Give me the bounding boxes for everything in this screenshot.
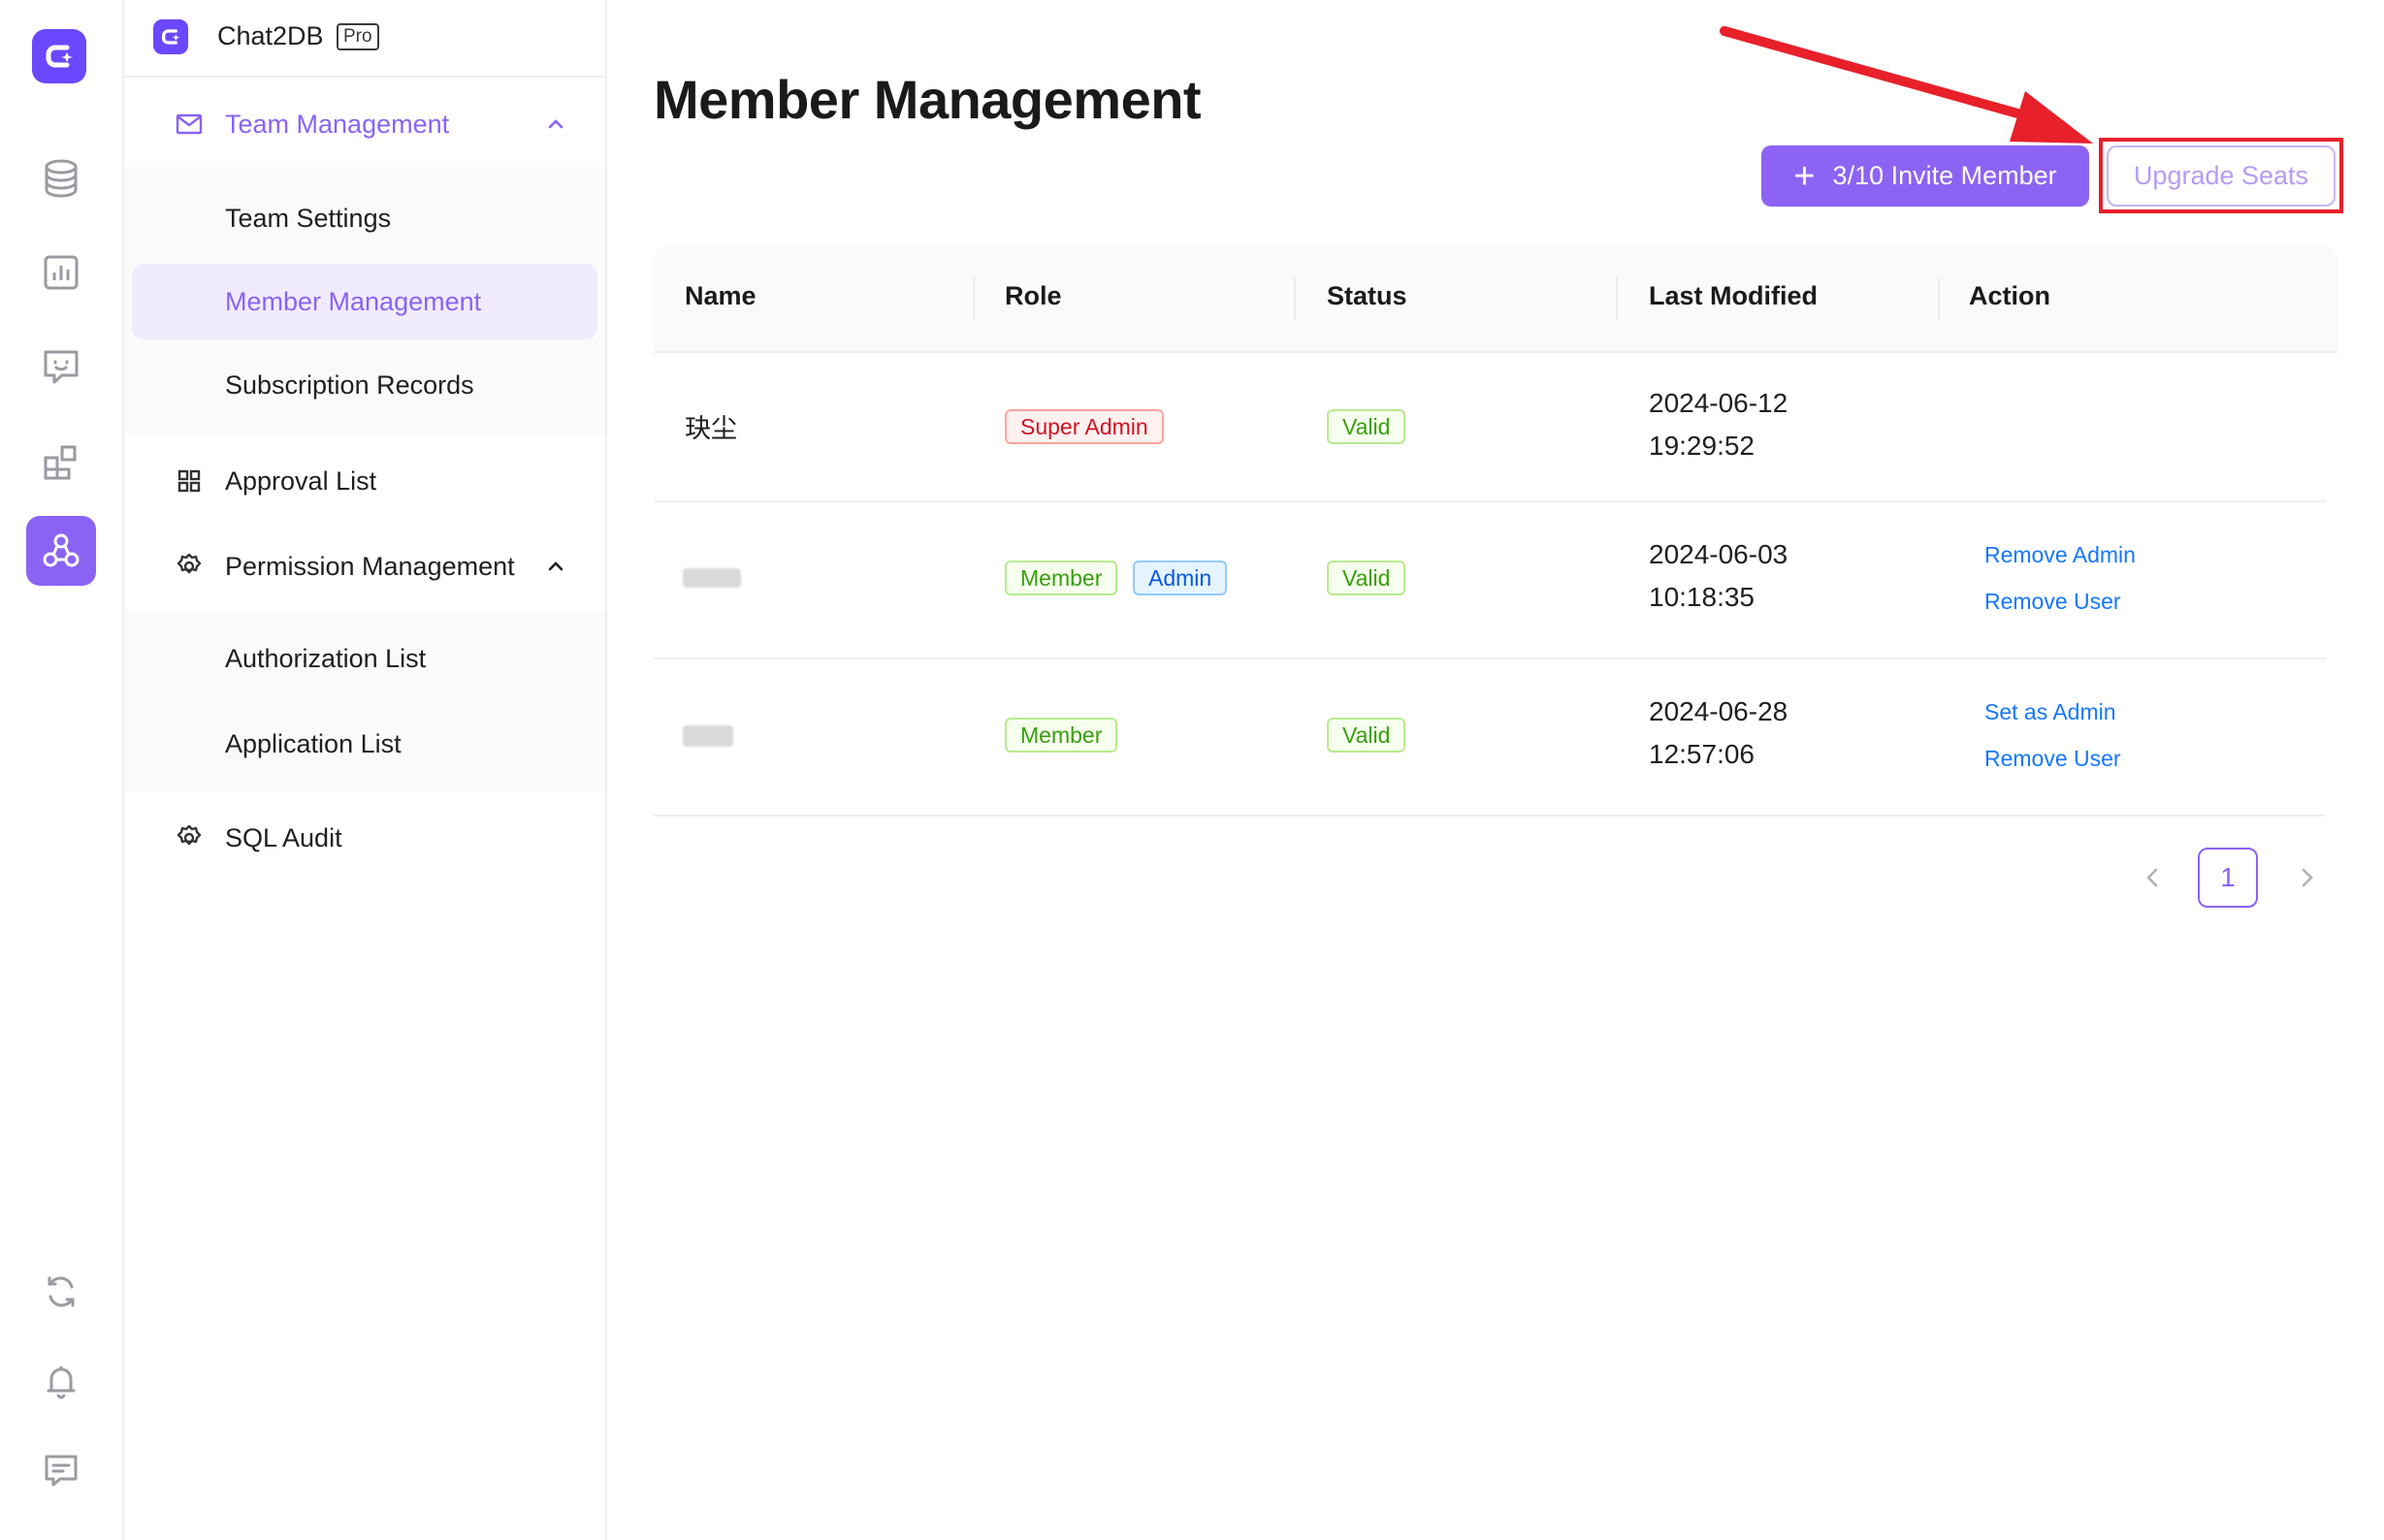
menu-permission-management[interactable]: Permission Management [124, 524, 605, 609]
table-row: Member Valid 2024-06-28 12:57:06 Set as … [654, 658, 2326, 817]
invite-label: 3/10 Invite Member [1832, 161, 2057, 190]
chevron-up-icon[interactable] [545, 556, 566, 577]
last-modified: 2024-06-12 19:29:52 [1649, 388, 1788, 461]
mail-icon [175, 110, 204, 139]
settings-sidebar: Chat2DB Pro Team Management Team Setting… [124, 0, 607, 1540]
chevron-up-icon[interactable] [545, 113, 566, 135]
table-header: Name Role Status Last Modified Action [654, 246, 2337, 353]
sidebar-item-application-list[interactable]: Application List [132, 706, 597, 782]
column-divider [1616, 277, 1618, 320]
remove-user-link[interactable]: Remove User [1984, 746, 2121, 772]
remove-admin-link[interactable]: Remove Admin [1984, 542, 2136, 568]
gear-icon [175, 552, 204, 581]
apps-icon[interactable] [26, 427, 96, 497]
header-name[interactable]: Name [685, 281, 757, 311]
pagination-page[interactable]: 1 [2198, 848, 2258, 908]
chat-bot-icon[interactable] [26, 332, 96, 401]
header-status[interactable]: Status [1327, 281, 1407, 311]
column-divider [973, 277, 975, 320]
role-tag: Member [1005, 561, 1118, 595]
role-tag: Super Admin [1005, 409, 1164, 444]
chat2db-logo-icon[interactable] [32, 29, 86, 83]
sidebar-item-subscription-records[interactable]: Subscription Records [132, 347, 597, 423]
chart-icon[interactable] [26, 238, 96, 307]
header-last-modified[interactable]: Last Modified [1649, 281, 1818, 311]
database-icon[interactable] [26, 144, 96, 213]
sidebar-item-team-settings[interactable]: Team Settings [132, 180, 597, 256]
menu-label: Approval List [225, 465, 377, 496]
sync-icon[interactable] [26, 1257, 96, 1327]
last-modified: 2024-06-28 12:57:06 [1649, 696, 1788, 769]
role-tag: Member [1005, 718, 1118, 753]
member-name: 玦尘 [685, 414, 737, 443]
status-badge: Valid [1327, 409, 1406, 444]
role-tag: Admin [1133, 561, 1228, 595]
member-avatar-redacted [683, 568, 741, 588]
remove-user-link[interactable]: Remove User [1984, 589, 2121, 615]
menu-label: Permission Management [225, 551, 515, 581]
menu-approval-list[interactable]: Approval List [124, 438, 605, 524]
brand-name: Chat2DB [217, 21, 324, 50]
header-action[interactable]: Action [1969, 281, 2050, 311]
brand-header: Chat2DB Pro [124, 0, 605, 78]
chevron-left-icon[interactable] [2138, 863, 2167, 892]
team-icon[interactable] [26, 516, 96, 586]
sidebar-item-authorization-list[interactable]: Authorization List [132, 621, 597, 696]
page-title: Member Management [654, 69, 1202, 130]
grid-icon [175, 466, 204, 496]
chevron-right-icon[interactable] [2293, 863, 2322, 892]
status-badge: Valid [1327, 561, 1406, 595]
menu-sql-audit[interactable]: SQL Audit [124, 795, 605, 881]
bell-icon[interactable] [26, 1346, 96, 1416]
sidebar-item-member-management[interactable]: Member Management [132, 264, 597, 339]
team-submenu: Team Settings Member Management Subscrip… [124, 167, 605, 434]
menu-label: Team Management [225, 109, 450, 139]
red-arrow-annotation [1720, 26, 2093, 144]
status-badge: Valid [1327, 718, 1406, 753]
header-role[interactable]: Role [1005, 281, 1062, 311]
table-row: Member Admin Valid 2024-06-03 10:18:35 R… [654, 500, 2326, 659]
column-divider [1294, 277, 1296, 320]
chat2db-logo-icon [153, 19, 188, 54]
menu-label: SQL Audit [225, 822, 342, 852]
member-avatar-redacted [683, 725, 733, 747]
feedback-icon[interactable] [26, 1435, 96, 1505]
plus-icon: + [1793, 155, 1816, 197]
set-as-admin-link[interactable]: Set as Admin [1984, 699, 2116, 725]
icon-rail [0, 0, 124, 1540]
gear-icon [175, 823, 204, 852]
highlight-annotation [2099, 138, 2343, 213]
menu-team-management[interactable]: Team Management [124, 81, 605, 167]
last-modified: 2024-06-03 10:18:35 [1649, 539, 1788, 612]
invite-member-button[interactable]: + 3/10 Invite Member [1761, 145, 2089, 207]
table-row: 玦尘 Super Admin Valid 2024-06-12 19:29:52 [654, 353, 2326, 502]
column-divider [1938, 277, 1940, 320]
permission-submenu: Authorization List Application List [124, 611, 605, 791]
pro-badge: Pro [337, 23, 379, 50]
